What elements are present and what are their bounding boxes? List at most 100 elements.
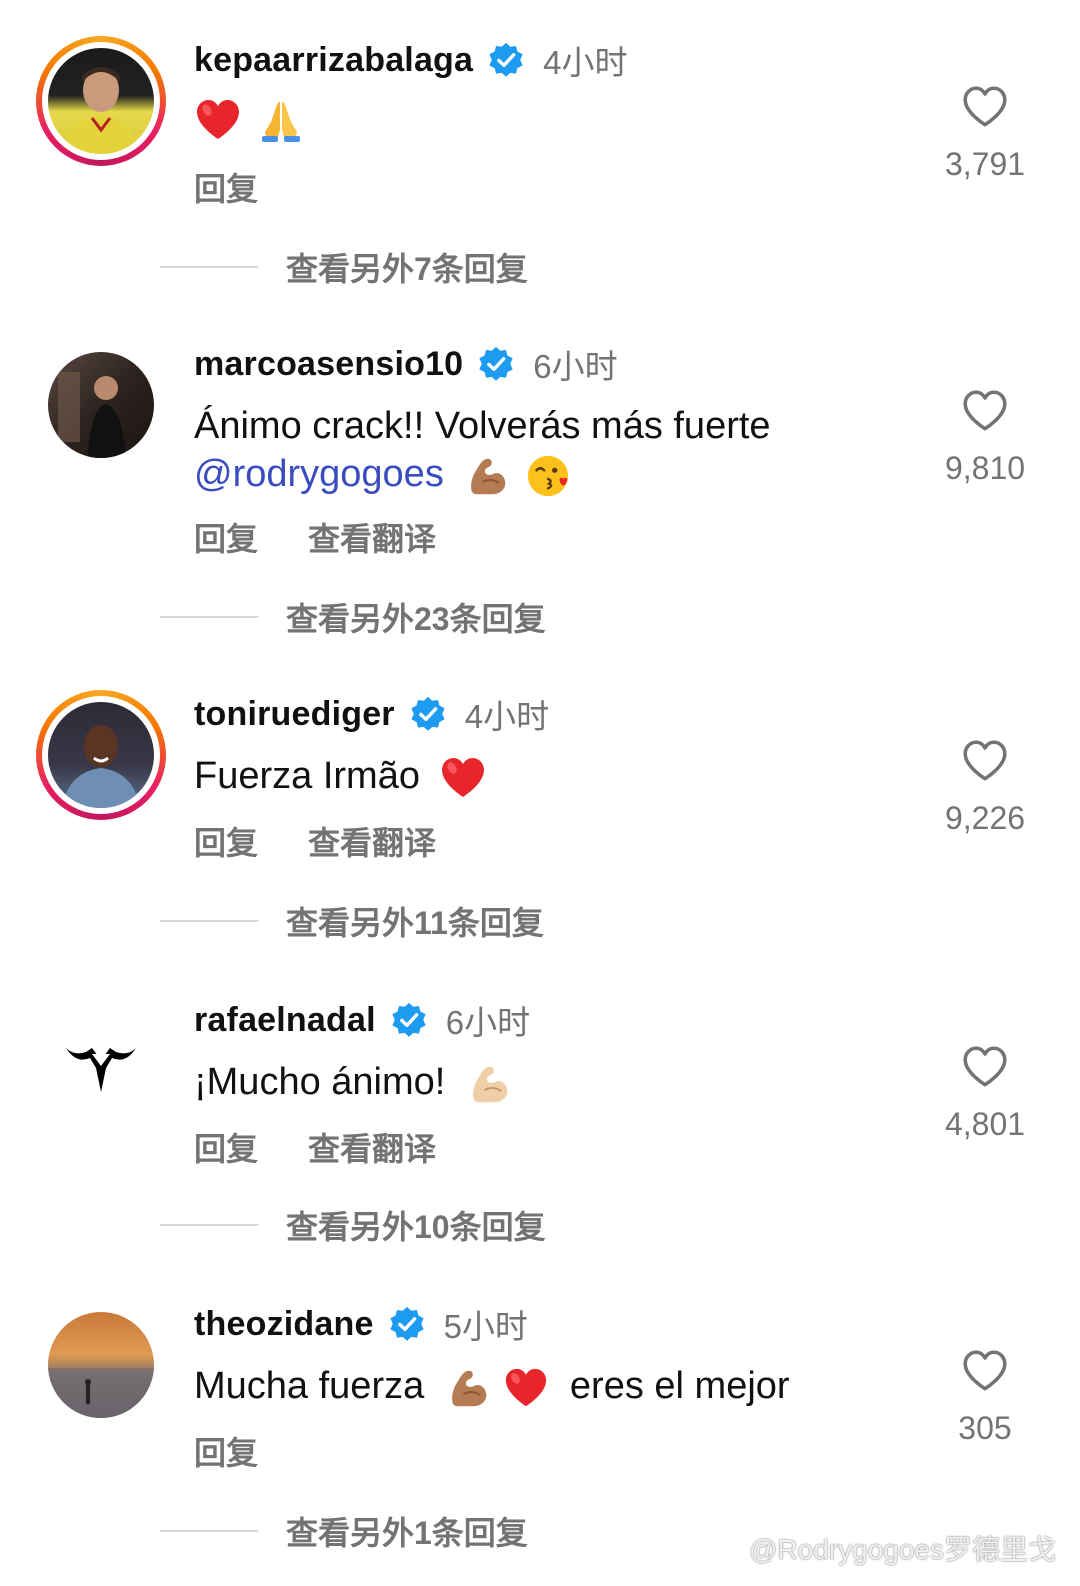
comment-actions: 回复 查看翻译 — [194, 818, 436, 864]
reply-button[interactable]: 回复 — [194, 818, 258, 864]
folded-hands-icon — [257, 96, 305, 144]
comment-actions: 回复 — [194, 164, 258, 210]
view-more-replies-label: 查看另外10条回复 — [286, 1209, 546, 1245]
red-heart-icon — [503, 1365, 549, 1411]
comment-header: kepaarrizabalaga 4小时 — [194, 38, 628, 82]
bull-logo-icon — [66, 1048, 136, 1092]
reply-button[interactable]: 回复 — [194, 514, 258, 560]
avatar-image — [48, 352, 154, 458]
comment-header: toniruediger 4小时 — [194, 692, 549, 736]
comment-text-before: Mucha fuerza — [194, 1365, 425, 1407]
like-count: 4,801 — [944, 1106, 1026, 1142]
comment-header: marcoasensio10 6小时 — [194, 342, 618, 386]
username[interactable]: theozidane — [194, 1305, 374, 1344]
avatar-image — [48, 48, 154, 154]
divider-line — [160, 1224, 258, 1226]
comment-text-body: ¡Mucho ánimo! — [194, 1061, 446, 1103]
flexed-biceps-icon — [466, 1061, 512, 1107]
like-count: 305 — [958, 1410, 1012, 1446]
avatar-image — [48, 1008, 154, 1114]
view-more-replies-label: 查看另外1条回复 — [286, 1515, 528, 1551]
view-more-replies-label: 查看另外11条回复 — [286, 905, 544, 941]
comment-text: ¡Mucho ánimo! — [194, 1058, 512, 1107]
heart-outline-icon[interactable] — [960, 82, 1010, 132]
reply-button[interactable]: 回复 — [194, 1124, 258, 1170]
like-control: 4,801 — [930, 1042, 1040, 1143]
comment-text-line2: @rodrygogoes — [194, 450, 571, 499]
flexed-biceps-icon — [464, 453, 510, 499]
comment-text-after: eres el mejor — [569, 1365, 790, 1407]
watermark: @Rodrygogoes罗德里戈 — [703, 1528, 1056, 1568]
comment-actions: 回复 — [194, 1428, 258, 1474]
username[interactable]: rafaelnadal — [194, 1001, 376, 1040]
username[interactable]: kepaarrizabalaga — [194, 41, 473, 80]
avatar-photo-icon — [62, 725, 140, 808]
avatar[interactable] — [36, 36, 166, 166]
verified-badge-icon — [390, 1001, 428, 1039]
avatar-photo-icon — [58, 372, 126, 458]
like-control: 9,810 — [930, 386, 1040, 487]
comment-text-body: Fuerza Irmão — [194, 755, 420, 797]
view-more-replies[interactable]: 查看另外11条回复 — [160, 898, 544, 944]
avatar-image — [48, 1312, 154, 1418]
heart-outline-icon[interactable] — [960, 736, 1010, 786]
like-count: 9,810 — [944, 450, 1026, 486]
avatar-image — [48, 702, 154, 808]
heart-outline-icon[interactable] — [960, 1346, 1010, 1396]
divider-line — [160, 266, 258, 268]
comment-text: Fuerza Irmão — [194, 752, 487, 802]
timestamp: 4小时 — [464, 698, 550, 735]
like-control: 9,226 — [930, 736, 1040, 837]
comment-header: rafaelnadal 6小时 — [194, 998, 530, 1042]
comment-text: Mucha fuerza eres el mejor — [194, 1362, 790, 1411]
heart-outline-icon[interactable] — [960, 386, 1010, 436]
watermark-text: @Rodrygogoes罗德里戈 — [749, 1534, 1056, 1565]
verified-badge-icon — [477, 345, 515, 383]
username[interactable]: marcoasensio10 — [194, 345, 463, 384]
comment-text — [194, 94, 305, 144]
divider-line — [160, 920, 258, 922]
divider-line — [160, 616, 258, 618]
like-count: 9,226 — [944, 800, 1026, 836]
divider-line — [160, 1530, 258, 1532]
reply-button[interactable]: 回复 — [194, 164, 258, 210]
view-more-replies[interactable]: 查看另外23条回复 — [160, 594, 546, 640]
view-more-replies[interactable]: 查看另外10条回复 — [160, 1202, 546, 1248]
timestamp: 4小时 — [543, 44, 628, 81]
verified-badge-icon — [487, 41, 525, 79]
like-count: 3,791 — [944, 146, 1026, 182]
view-more-replies[interactable]: 查看另外7条回复 — [160, 244, 528, 290]
heart-outline-icon[interactable] — [960, 1042, 1010, 1092]
avatar-photo-icon — [48, 1368, 154, 1418]
timestamp: 6小时 — [445, 1004, 531, 1041]
comment-text: Ánimo crack!! Volverás más fuerte — [194, 405, 771, 447]
comment-actions: 回复 查看翻译 — [194, 514, 436, 560]
username[interactable]: toniruediger — [194, 695, 395, 734]
mention-link[interactable]: @rodrygogoes — [194, 453, 444, 495]
avatar[interactable] — [36, 1300, 166, 1430]
comment-actions: 回复 查看翻译 — [194, 1124, 436, 1170]
avatar[interactable] — [36, 340, 166, 470]
timestamp: 6小时 — [533, 348, 618, 385]
verified-badge-icon — [388, 1305, 426, 1343]
comment-header: theozidane 5小时 — [194, 1302, 528, 1346]
see-translation-button[interactable]: 查看翻译 — [308, 1124, 436, 1170]
reply-button[interactable]: 回复 — [194, 1428, 258, 1474]
like-control: 305 — [930, 1346, 1040, 1447]
avatar[interactable] — [36, 690, 166, 820]
see-translation-button[interactable]: 查看翻译 — [308, 818, 436, 864]
avatar[interactable] — [36, 996, 166, 1126]
face-blowing-kiss-icon — [525, 453, 571, 499]
verified-badge-icon — [409, 695, 447, 733]
see-translation-button[interactable]: 查看翻译 — [308, 514, 436, 560]
red-heart-icon — [194, 96, 242, 144]
view-more-replies-label: 查看另外7条回复 — [286, 251, 528, 287]
view-more-replies-label: 查看另外23条回复 — [286, 601, 546, 637]
timestamp: 5小时 — [443, 1308, 528, 1345]
view-more-replies[interactable]: 查看另外1条回复 — [160, 1508, 528, 1554]
avatar-photo-icon — [62, 67, 140, 154]
red-heart-icon — [439, 754, 487, 802]
like-control: 3,791 — [930, 82, 1040, 183]
weibo-logo-icon — [703, 1533, 742, 1564]
flexed-biceps-icon — [445, 1365, 491, 1411]
